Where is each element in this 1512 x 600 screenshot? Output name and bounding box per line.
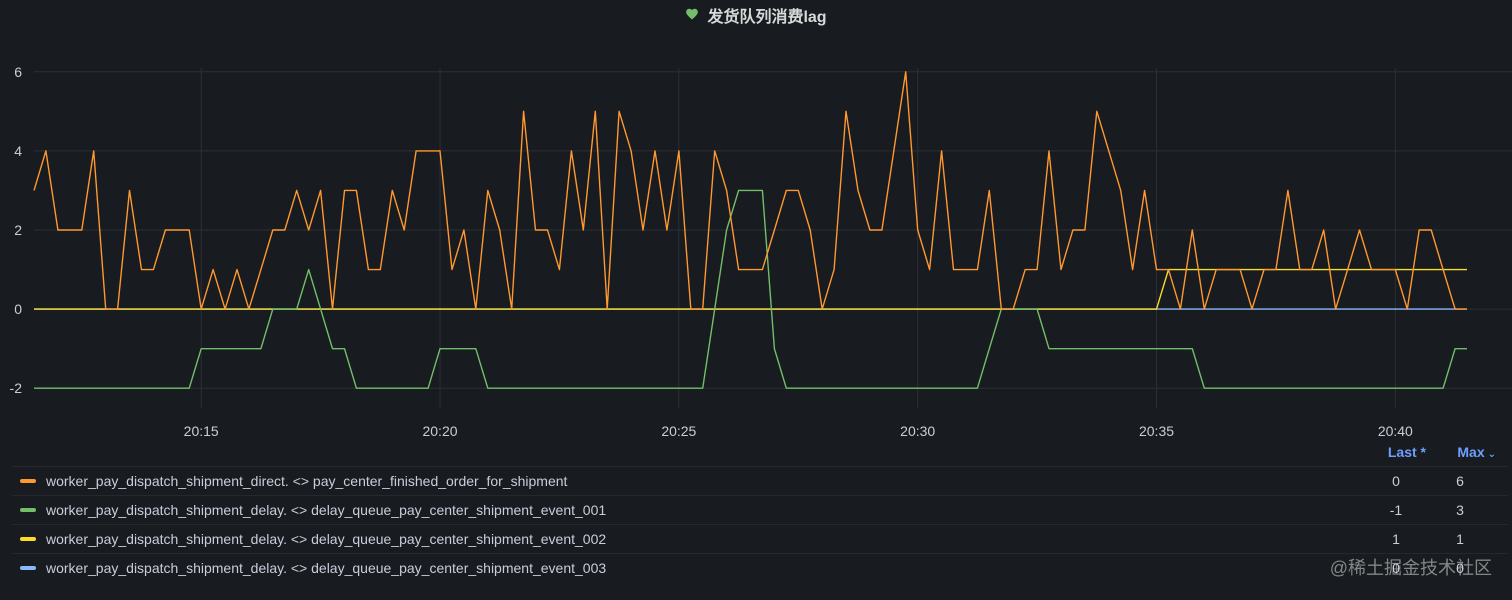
y-tick-label: -2 [10, 380, 23, 396]
legend-header: Last * Max ⌄ [12, 440, 1508, 466]
x-tick-label: 20:20 [422, 423, 457, 439]
y-tick-label: 6 [14, 64, 22, 80]
heart-icon [685, 7, 701, 23]
x-tick-label: 20:40 [1378, 423, 1413, 439]
legend-row[interactable]: worker_pay_dispatch_shipment_delay. <> d… [12, 495, 1508, 524]
timeseries-panel: 发货队列消费lag -2 0 2 4 6 20:15 20:20 20:25 20:30 20:3… [0, 0, 1512, 600]
legend-swatch [20, 566, 36, 570]
legend-label[interactable]: worker_pay_dispatch_shipment_delay. <> d… [46, 560, 606, 576]
legend-swatch [20, 479, 36, 483]
y-tick-label: 2 [14, 222, 22, 238]
legend-swatch [20, 508, 36, 512]
legend-max-value: 1 [1456, 531, 1464, 547]
legend-max-value: 6 [1456, 473, 1464, 489]
y-tick-label: 4 [14, 143, 22, 159]
legend-label[interactable]: worker_pay_dispatch_shipment_delay. <> d… [46, 502, 606, 518]
legend-table: Last * Max ⌄ worker_pay_dispatch_shipment… [12, 440, 1508, 582]
series-line [34, 189, 1467, 389]
legend-last-value: -1 [1389, 502, 1403, 518]
y-tick-label: 0 [14, 301, 22, 317]
panel-header[interactable]: 发货队列消费lag [0, 0, 1512, 30]
legend-column-max[interactable]: Max ⌄ [1457, 444, 1496, 460]
legend-row[interactable]: worker_pay_dispatch_shipment_delay. <> d… [12, 524, 1508, 553]
legend-swatch [20, 537, 36, 541]
x-tick-label: 20:15 [184, 423, 219, 439]
legend-last-value: 1 [1392, 531, 1400, 547]
series-line [34, 268, 1467, 310]
chevron-down-icon: ⌄ [1487, 449, 1496, 460]
legend-last-value: 0 [1392, 473, 1400, 489]
legend-label[interactable]: worker_pay_dispatch_shipment_delay. <> d… [46, 531, 606, 547]
legend-row[interactable]: worker_pay_dispatch_shipment_delay. <> d… [12, 553, 1508, 582]
legend-column-last[interactable]: Last * [1388, 444, 1426, 460]
legend-max-value: 3 [1456, 502, 1464, 518]
panel-title[interactable]: 发货队列消费lag [707, 3, 826, 27]
x-tick-label: 20:30 [900, 423, 935, 439]
x-tick-label: 20:35 [1139, 423, 1174, 439]
legend-label[interactable]: worker_pay_dispatch_shipment_direct. <> … [46, 473, 567, 489]
x-tick-label: 20:25 [661, 423, 696, 439]
legend-row[interactable]: worker_pay_dispatch_shipment_direct. <> … [12, 466, 1508, 495]
watermark: @稀土掘金技术社区 [1329, 558, 1492, 578]
line-chart[interactable]: -2 0 2 4 6 20:15 20:20 20:25 20:30 20:35 20:40 [0, 40, 1512, 440]
